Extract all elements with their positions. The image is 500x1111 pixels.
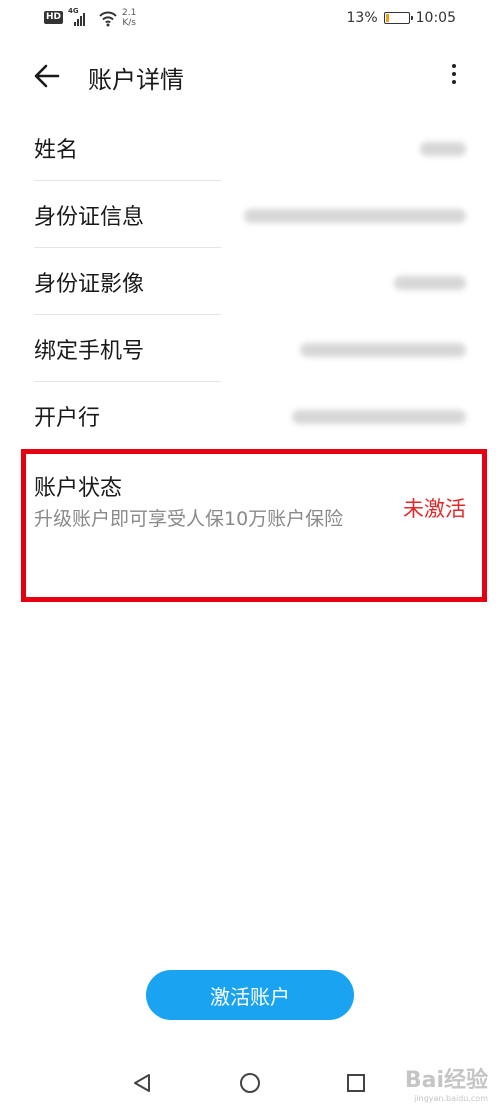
wifi-icon bbox=[99, 11, 117, 27]
nav-back-icon[interactable] bbox=[131, 1072, 153, 1094]
blurred-value bbox=[394, 276, 466, 290]
row-phone[interactable]: 绑定手机号 bbox=[0, 315, 500, 382]
more-options-icon[interactable] bbox=[444, 60, 464, 92]
row-name[interactable]: 姓名 bbox=[0, 114, 500, 181]
back-arrow-icon[interactable] bbox=[28, 58, 68, 94]
hd-badge: HD bbox=[44, 11, 64, 24]
blurred-value bbox=[292, 410, 466, 424]
nav-recent-apps-icon[interactable] bbox=[346, 1073, 366, 1093]
page-title: 账户详情 bbox=[88, 66, 184, 94]
account-status-description: 升级账户即可享受人保10万账户保险 bbox=[34, 508, 344, 530]
row-id-info[interactable]: 身份证信息 bbox=[0, 181, 500, 248]
row-bank[interactable]: 开户行 bbox=[0, 382, 500, 449]
row-label: 开户行 bbox=[34, 406, 101, 431]
activate-account-button[interactable]: 激活账户 bbox=[146, 970, 354, 1020]
app-header: 账户详情 bbox=[0, 40, 500, 112]
network-speed: 2.1 K/s bbox=[122, 8, 137, 28]
account-info-list: 姓名 身份证信息 身份证影像 绑定手机号 开户行 bbox=[0, 114, 500, 449]
row-label: 绑定手机号 bbox=[34, 339, 145, 364]
row-label: 身份证影像 bbox=[34, 272, 145, 297]
blurred-value bbox=[420, 142, 466, 156]
status-right: 13% 10:05 bbox=[347, 10, 456, 26]
row-id-image[interactable]: 身份证影像 bbox=[0, 248, 500, 315]
account-status-label: 账户状态 bbox=[34, 476, 123, 501]
watermark-logo: Bai经验 jingyan.baidu.com bbox=[404, 1068, 488, 1104]
battery-percent: 13% bbox=[346, 10, 378, 26]
row-label: 姓名 bbox=[34, 138, 79, 163]
account-status-value[interactable]: 未激活 bbox=[403, 493, 466, 523]
row-label: 身份证信息 bbox=[34, 205, 145, 230]
status-left: HD 4G 2.1 K/s bbox=[44, 7, 137, 28]
status-bar: HD 4G 2.1 K/s 13% 10:05 bbox=[0, 0, 500, 38]
blurred-value bbox=[244, 209, 466, 223]
clock: 10:05 bbox=[415, 10, 456, 26]
blurred-value bbox=[300, 343, 466, 357]
nav-home-icon[interactable] bbox=[239, 1072, 261, 1094]
battery-icon bbox=[383, 12, 413, 24]
cellular-signal-icon: 4G bbox=[68, 7, 94, 26]
